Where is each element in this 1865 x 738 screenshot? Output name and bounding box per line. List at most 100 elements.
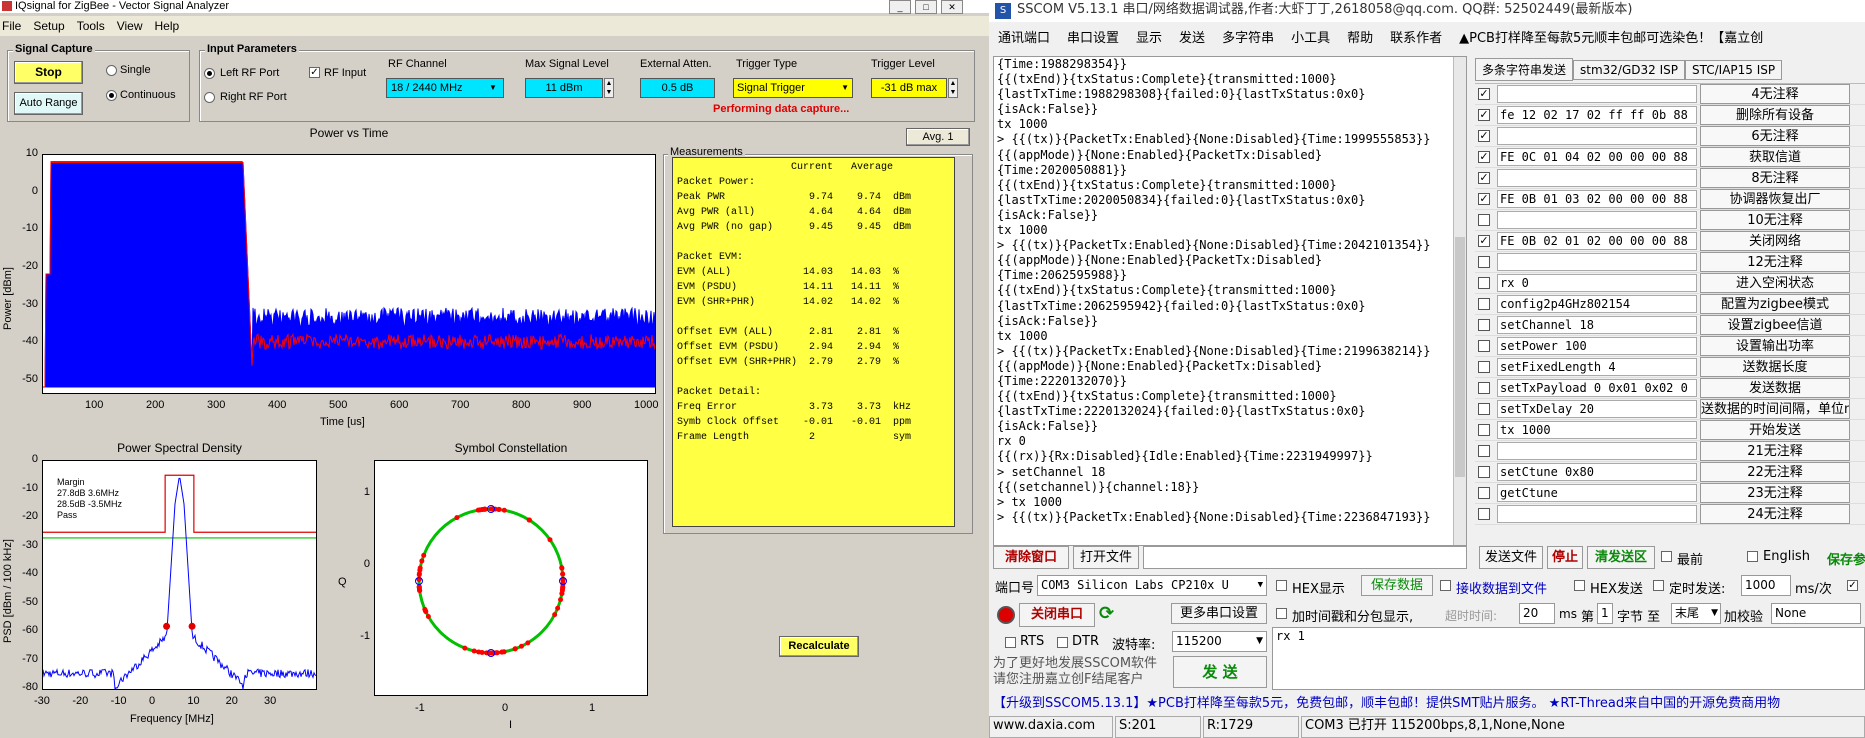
row-send-button[interactable]: 10无注释: [1700, 210, 1850, 230]
file-path-input[interactable]: [1143, 546, 1467, 569]
english-checkbox[interactable]: [1747, 551, 1758, 562]
timeout-input[interactable]: 20: [1519, 603, 1555, 624]
row-command-input[interactable]: FE 0C 01 04 02 00 00 00 88: [1497, 148, 1697, 166]
timed-send-input[interactable]: 1000: [1741, 575, 1791, 596]
right-rf-port-radio[interactable]: [204, 92, 215, 103]
menu-port[interactable]: 通讯端口: [998, 31, 1050, 46]
menu-tools[interactable]: 小工具: [1291, 31, 1330, 46]
row-send-button[interactable]: 24无注释: [1700, 504, 1850, 524]
row-command-input[interactable]: setTxDelay 20: [1497, 400, 1697, 418]
row-command-input[interactable]: FE 0B 01 03 02 00 00 00 88: [1497, 190, 1697, 208]
open-file-button[interactable]: 打开文件: [1073, 546, 1139, 569]
row-command-input[interactable]: getCtune: [1497, 484, 1697, 502]
row-checkbox[interactable]: ✓: [1478, 88, 1490, 100]
row-checkbox[interactable]: [1478, 466, 1490, 478]
promo-text[interactable]: 为了更好地发展SSCOM软件 请您注册嘉立创F结尾客户: [993, 656, 1169, 688]
row-command-input[interactable]: [1497, 85, 1697, 103]
row-command-input[interactable]: [1497, 127, 1697, 145]
menu-contact[interactable]: 联系作者: [1390, 31, 1442, 46]
send-input[interactable]: rx 1: [1272, 627, 1865, 690]
tab-stc-isp[interactable]: STC/IAP15 ISP: [1685, 60, 1783, 80]
row-checkbox[interactable]: [1478, 214, 1490, 226]
minimize-button[interactable]: _: [889, 0, 911, 14]
clear-window-button[interactable]: 清除窗口: [993, 546, 1069, 569]
menu-file[interactable]: File: [2, 19, 21, 33]
row-checkbox[interactable]: [1478, 256, 1490, 268]
row-command-input[interactable]: fe 12 02 17 02 ff ff 0b 88: [1497, 106, 1697, 124]
row-command-input[interactable]: setCtune 0x80: [1497, 463, 1697, 481]
row-command-input[interactable]: [1497, 211, 1697, 229]
ticker-text[interactable]: 【升级到SSCOM5.13.1】★PCB打样降至每款5元，免费包邮，顺丰包邮！提…: [993, 696, 1780, 711]
row-checkbox[interactable]: ✓: [1478, 109, 1490, 121]
row-checkbox[interactable]: ✓: [1478, 172, 1490, 184]
rf-input-checkbox[interactable]: ✓: [309, 67, 320, 78]
trigger-level-input[interactable]: -31 dB max: [871, 78, 947, 98]
menu-help[interactable]: Help: [155, 19, 180, 33]
refresh-icon[interactable]: ⟳: [1099, 604, 1119, 624]
topmost-checkbox[interactable]: [1661, 551, 1672, 562]
max-level-input[interactable]: 11 dBm: [525, 78, 603, 98]
row-send-button[interactable]: 协调器恢复出厂: [1700, 189, 1850, 209]
receive-terminal[interactable]: {Time:1988298354}} {{(txEnd)}{txStatus:C…: [993, 56, 1467, 546]
hex-send-checkbox[interactable]: [1574, 580, 1585, 591]
left-rf-port-radio[interactable]: [204, 68, 215, 79]
row-send-button[interactable]: 23无注释: [1700, 483, 1850, 503]
timed-unit-checkbox[interactable]: ✓: [1847, 580, 1858, 591]
row-command-input[interactable]: setFixedLength 4: [1497, 358, 1697, 376]
byte-input[interactable]: 1: [1597, 603, 1613, 624]
close-button[interactable]: ✕: [941, 0, 963, 14]
send-file-button[interactable]: 发送文件: [1479, 546, 1543, 569]
timed-send-checkbox[interactable]: [1653, 580, 1664, 591]
row-send-button[interactable]: 获取信道: [1700, 147, 1850, 167]
menu-ad[interactable]: ▲PCB打样降至每款5元顺丰包邮可选染色！【嘉立创: [1459, 31, 1763, 46]
close-port-button[interactable]: 关闭串口: [1019, 603, 1095, 627]
row-checkbox[interactable]: [1478, 424, 1490, 436]
row-send-button[interactable]: 送数据的时间间隔，单位ms: [1700, 399, 1850, 419]
continuous-radio[interactable]: [106, 90, 117, 101]
baud-select[interactable]: 115200 ▼: [1172, 631, 1267, 652]
max-level-spinner[interactable]: ▲ ▼: [604, 78, 614, 98]
row-send-button[interactable]: 配置为zigbee模式: [1700, 294, 1850, 314]
more-settings-button[interactable]: 更多串口设置: [1171, 603, 1267, 624]
row-checkbox[interactable]: [1478, 277, 1490, 289]
save-param-button[interactable]: 保存参数: [1827, 549, 1865, 568]
single-radio[interactable]: [106, 65, 117, 76]
row-command-input[interactable]: [1497, 442, 1697, 460]
row-checkbox[interactable]: [1478, 319, 1490, 331]
stop-button[interactable]: 停止: [1547, 546, 1583, 569]
row-send-button[interactable]: 删除所有设备: [1700, 105, 1850, 125]
row-checkbox[interactable]: [1478, 487, 1490, 499]
row-command-input[interactable]: rx 0: [1497, 274, 1697, 292]
send-button[interactable]: 发 送: [1173, 656, 1267, 688]
menu-send[interactable]: 发送: [1179, 31, 1205, 46]
menu-setup[interactable]: Setup: [33, 19, 64, 33]
row-checkbox[interactable]: [1478, 403, 1490, 415]
rf-channel-select[interactable]: 18 / 2440 MHz ▼: [386, 78, 504, 98]
dtr-checkbox[interactable]: [1057, 637, 1068, 648]
row-command-input[interactable]: setTxPayload 0 0x01 0x02 0: [1497, 379, 1697, 397]
row-command-input[interactable]: [1497, 505, 1697, 523]
row-send-button[interactable]: 设置输出功率: [1700, 336, 1850, 356]
recv-to-file-checkbox[interactable]: [1440, 580, 1451, 591]
menu-tools[interactable]: Tools: [77, 19, 105, 33]
checksum-select[interactable]: None: [1771, 603, 1861, 624]
row-send-button[interactable]: 21无注释: [1700, 441, 1850, 461]
row-send-button[interactable]: 送数据长度: [1700, 357, 1850, 377]
status-url[interactable]: www.daxia.com: [989, 716, 1113, 738]
row-send-button[interactable]: 进入空闲状态: [1700, 273, 1850, 293]
row-send-button[interactable]: 22无注释: [1700, 462, 1850, 482]
auto-range-button[interactable]: Auto Range: [14, 92, 83, 115]
port-select[interactable]: COM3 Silicon Labs CP210x U ▼: [1037, 575, 1267, 596]
save-data-button[interactable]: 保存数据: [1361, 575, 1433, 596]
maximize-button[interactable]: □: [915, 0, 937, 14]
row-checkbox[interactable]: ✓: [1478, 193, 1490, 205]
row-checkbox[interactable]: ✓: [1478, 235, 1490, 247]
avg-button[interactable]: Avg. 1: [906, 128, 970, 146]
row-checkbox[interactable]: ✓: [1478, 151, 1490, 163]
stop-button[interactable]: Stop: [14, 61, 83, 84]
clear-send-button[interactable]: 清发送区: [1587, 546, 1655, 569]
row-checkbox[interactable]: [1478, 361, 1490, 373]
ext-atten-input[interactable]: 0.5 dB: [640, 78, 715, 98]
row-checkbox[interactable]: [1478, 445, 1490, 457]
row-send-button[interactable]: 6无注释: [1700, 126, 1850, 146]
